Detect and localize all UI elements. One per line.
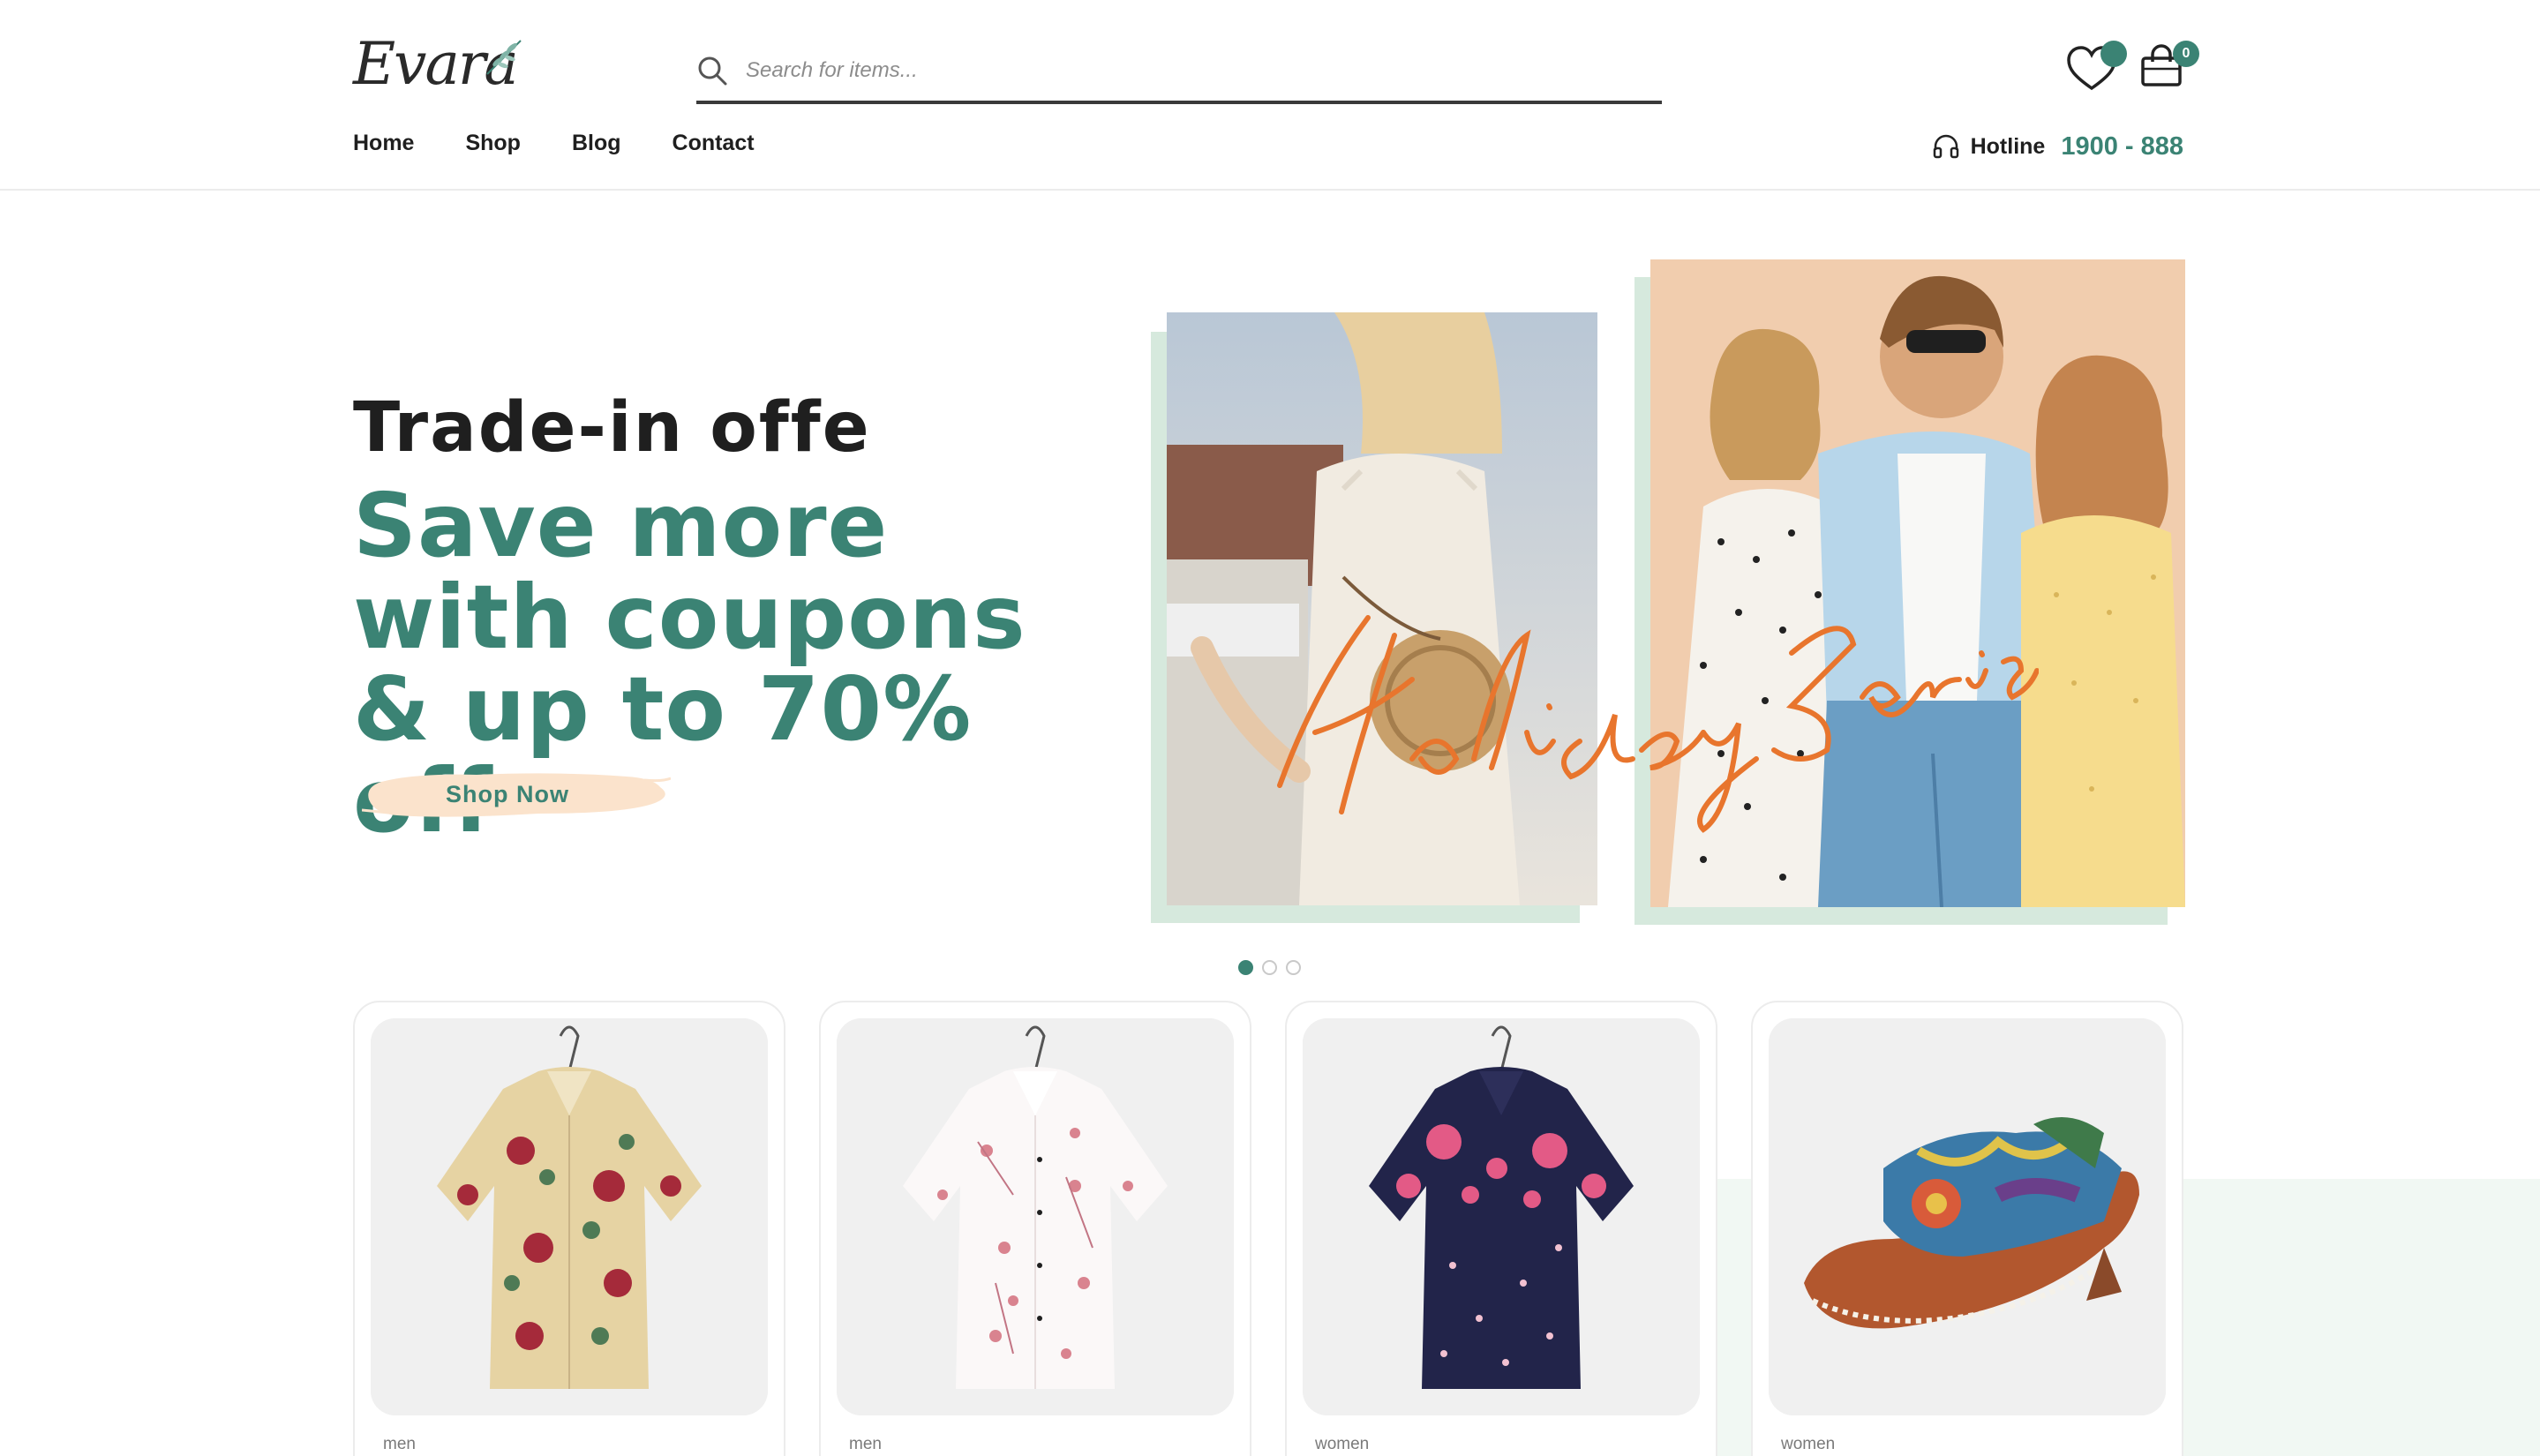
product-grid: men men women women (353, 1001, 2183, 1456)
product-image-floral-shirt (371, 1018, 768, 1415)
product-card[interactable]: men (819, 1001, 1251, 1456)
hotline-number[interactable]: 1900 - 888 (2061, 132, 2183, 161)
product-card[interactable]: men (353, 1001, 785, 1456)
product-image-sandal (1769, 1018, 2166, 1415)
main-nav: Home Shop Blog Contact (353, 131, 755, 166)
shop-now-button[interactable]: Shop Now (362, 761, 671, 828)
nav-blog[interactable]: Blog (572, 131, 621, 166)
product-category: women (1781, 1435, 1836, 1453)
search-icon[interactable] (696, 55, 728, 86)
site-header: Evara 0 Home Shop Blog Contact (0, 0, 2540, 191)
nav-shop[interactable]: Shop (465, 131, 521, 166)
leaf-icon (486, 40, 522, 75)
product-card[interactable]: women (1751, 1001, 2183, 1456)
shop-now-label: Shop Now (446, 781, 569, 807)
product-image-navy-shirt (1303, 1018, 1700, 1415)
hotline-label: Hotline (1970, 133, 2046, 159)
hero-subtitle: Trade-in offe (353, 388, 871, 468)
slider-dot-3[interactable] (1286, 960, 1301, 975)
logo[interactable]: Evara (353, 30, 530, 101)
slider-dot-1[interactable] (1238, 960, 1253, 975)
holiday-series-script (1277, 615, 2039, 833)
hotline: Hotline 1900 - 888 (1932, 129, 2183, 164)
product-card[interactable]: women (1285, 1001, 1717, 1456)
nav-home[interactable]: Home (353, 131, 414, 166)
product-category: men (849, 1435, 882, 1453)
headphones-icon (1933, 134, 1958, 159)
hero-slider-dots (1238, 960, 1301, 975)
slider-dot-2[interactable] (1262, 960, 1277, 975)
product-category: women (1315, 1435, 1370, 1453)
cart-count-badge: 0 (2173, 41, 2199, 67)
nav-contact[interactable]: Contact (673, 131, 755, 166)
search-input[interactable] (746, 51, 1540, 90)
product-category: men (383, 1435, 416, 1453)
product-image-white-shirt (837, 1018, 1234, 1415)
wishlist-badge (2100, 41, 2127, 67)
search-bar (696, 42, 1662, 104)
